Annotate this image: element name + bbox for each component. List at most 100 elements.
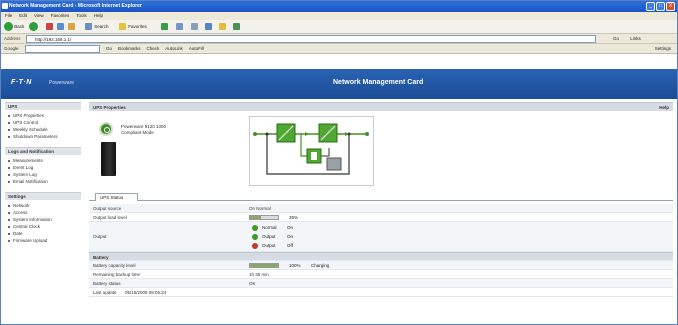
google-settings-button[interactable]: Settings <box>655 45 671 53</box>
tab-strip: UPS Status <box>89 192 673 201</box>
print-button[interactable] <box>191 22 199 32</box>
main-content: UPS Properties Help Powerware 9120 1000 … <box>89 102 673 324</box>
back-arrow-icon <box>4 22 13 32</box>
led-label: Output <box>262 243 276 248</box>
output-load-label: Output load level <box>93 215 127 220</box>
eaton-logo: F·T·N <box>11 79 32 86</box>
led-value: On <box>287 234 294 239</box>
forward-button[interactable] <box>29 22 38 32</box>
print-icon <box>191 23 198 31</box>
google-bookmarks-button[interactable]: Bookmarks <box>118 45 141 53</box>
messenger-button[interactable] <box>233 22 241 32</box>
row-output: Output Normal On Output On Output Off <box>89 222 673 252</box>
edit-icon <box>205 23 212 31</box>
stop-button[interactable] <box>46 22 54 32</box>
search-button[interactable]: Search <box>85 22 109 32</box>
mail-button[interactable] <box>176 22 184 32</box>
output-load-bar <box>249 215 279 220</box>
app-title: Network Management Card <box>333 79 424 86</box>
sidebar-item-system-information[interactable]: System Information <box>5 216 81 223</box>
sidebar-item-ups-properties[interactable]: UPS Properties <box>5 112 81 119</box>
section-header: UPS Properties Help <box>89 102 673 111</box>
menu-bar: File Edit View Favorites Tools Help <box>1 12 677 20</box>
sidebar-group-settings: Settings Network Access System Informati… <box>5 192 81 244</box>
output-node-icon <box>365 132 369 136</box>
sidebar-item-system-log[interactable]: System Log <box>5 171 81 178</box>
history-button[interactable] <box>161 22 169 32</box>
battery-runtime-value: 1h 35 min <box>249 272 269 277</box>
led-value: On <box>287 225 294 230</box>
menu-favorites[interactable]: Favorites <box>51 12 70 20</box>
favorites-button[interactable]: Favorites <box>119 22 147 32</box>
search-icon <box>85 23 92 31</box>
sidebar-item-measurements[interactable]: Measurements <box>5 157 81 164</box>
browser-window: Network Management Card - Microsoft Inte… <box>0 0 678 325</box>
refresh-button[interactable] <box>57 22 65 32</box>
address-bar: Address http://192.168.1.1/ Go Links <box>1 34 677 44</box>
home-icon <box>68 23 75 31</box>
maximize-button[interactable]: □ <box>656 2 665 11</box>
sidebar-item-date[interactable]: Date <box>5 230 81 237</box>
folder-icon <box>219 23 226 31</box>
output-label: Output <box>93 234 107 239</box>
tab-ups-status[interactable]: UPS Status <box>95 193 139 201</box>
sidebar-item-ups-control[interactable]: UPS Control <box>5 119 81 126</box>
google-search-input[interactable] <box>25 45 100 53</box>
battery-capacity-fill <box>250 264 278 267</box>
go-button[interactable]: Go Links <box>613 35 641 43</box>
help-link[interactable]: Help <box>659 105 669 110</box>
output-status-led-icon <box>252 243 258 249</box>
sidebar-item-access[interactable]: Access <box>5 209 81 216</box>
sidebar-item-central-clock[interactable]: Central Clock <box>5 223 81 230</box>
page-top-spacer <box>1 54 677 69</box>
led-label: Output <box>262 234 276 239</box>
sidebar-item-email-notification[interactable]: Email Notification <box>5 178 81 185</box>
battery-runtime-label: Remaining backup time <box>93 272 141 277</box>
sidebar-item-weekly-schedule[interactable]: Weekly Schedule <box>5 126 81 133</box>
minimize-button[interactable]: _ <box>646 2 655 11</box>
sidebar-group-logs: Logs and Notification Measurements Event… <box>5 147 81 185</box>
menu-help[interactable]: Help <box>94 12 103 20</box>
google-autofill-button[interactable]: AutoFill <box>189 45 204 53</box>
led-label: Normal <box>262 225 277 230</box>
sidebar-item-network[interactable]: Network <box>5 202 81 209</box>
output-load-fill <box>250 216 261 219</box>
menu-edit[interactable]: Edit <box>19 12 27 20</box>
google-go-button[interactable]: Go <box>106 45 112 53</box>
google-toolbar: Google Go Bookmarks Check AutoLink AutoF… <box>1 44 677 54</box>
back-button[interactable]: Back <box>4 22 24 32</box>
edit-button[interactable] <box>205 22 213 32</box>
menu-file[interactable]: File <box>5 12 12 20</box>
toolbar: Back Search Favorites <box>1 20 677 34</box>
led-value: Off <box>287 243 293 248</box>
refresh-icon <box>57 23 64 31</box>
title-bar: Network Management Card - Microsoft Inte… <box>1 1 677 12</box>
battery-status-label: Battery status <box>93 281 121 286</box>
google-autolink-button[interactable]: AutoLink <box>165 45 183 53</box>
sidebar-item-event-log[interactable]: Event Log <box>5 164 81 171</box>
menu-view[interactable]: View <box>34 12 44 20</box>
history-icon <box>161 23 168 31</box>
home-button[interactable] <box>68 22 76 32</box>
menu-tools[interactable]: Tools <box>76 12 87 20</box>
window-title: Network Management Card - Microsoft Inte… <box>9 3 142 9</box>
status-ok-icon <box>99 122 113 136</box>
google-toolbar-items: Go Bookmarks Check AutoLink AutoFill <box>106 45 204 53</box>
battery-capacity-label: Battery capacity level <box>93 263 136 268</box>
forward-arrow-icon <box>29 22 38 32</box>
address-input[interactable]: http://192.168.1.1/ <box>26 35 596 43</box>
google-check-button[interactable]: Check <box>147 45 160 53</box>
stop-icon <box>46 23 53 31</box>
sidebar-item-firmware-upload[interactable]: Firmware Upload <box>5 237 81 244</box>
section-title: UPS Properties <box>93 105 126 110</box>
folder-button[interactable] <box>219 22 227 32</box>
links-label[interactable]: Links <box>630 36 641 41</box>
close-button[interactable]: X <box>666 2 675 11</box>
sidebar-item-shutdown-parameters[interactable]: Shutdown Parameters <box>5 133 81 140</box>
sidebar-group-ups: UPS UPS Properties UPS Control Weekly Sc… <box>5 102 81 140</box>
output-source-value: On Normal <box>249 206 271 211</box>
ie-icon <box>2 3 8 9</box>
row-battery-capacity: Battery capacity level 100% Charging <box>89 261 673 270</box>
star-icon <box>119 23 126 31</box>
google-label: Google <box>4 46 19 51</box>
